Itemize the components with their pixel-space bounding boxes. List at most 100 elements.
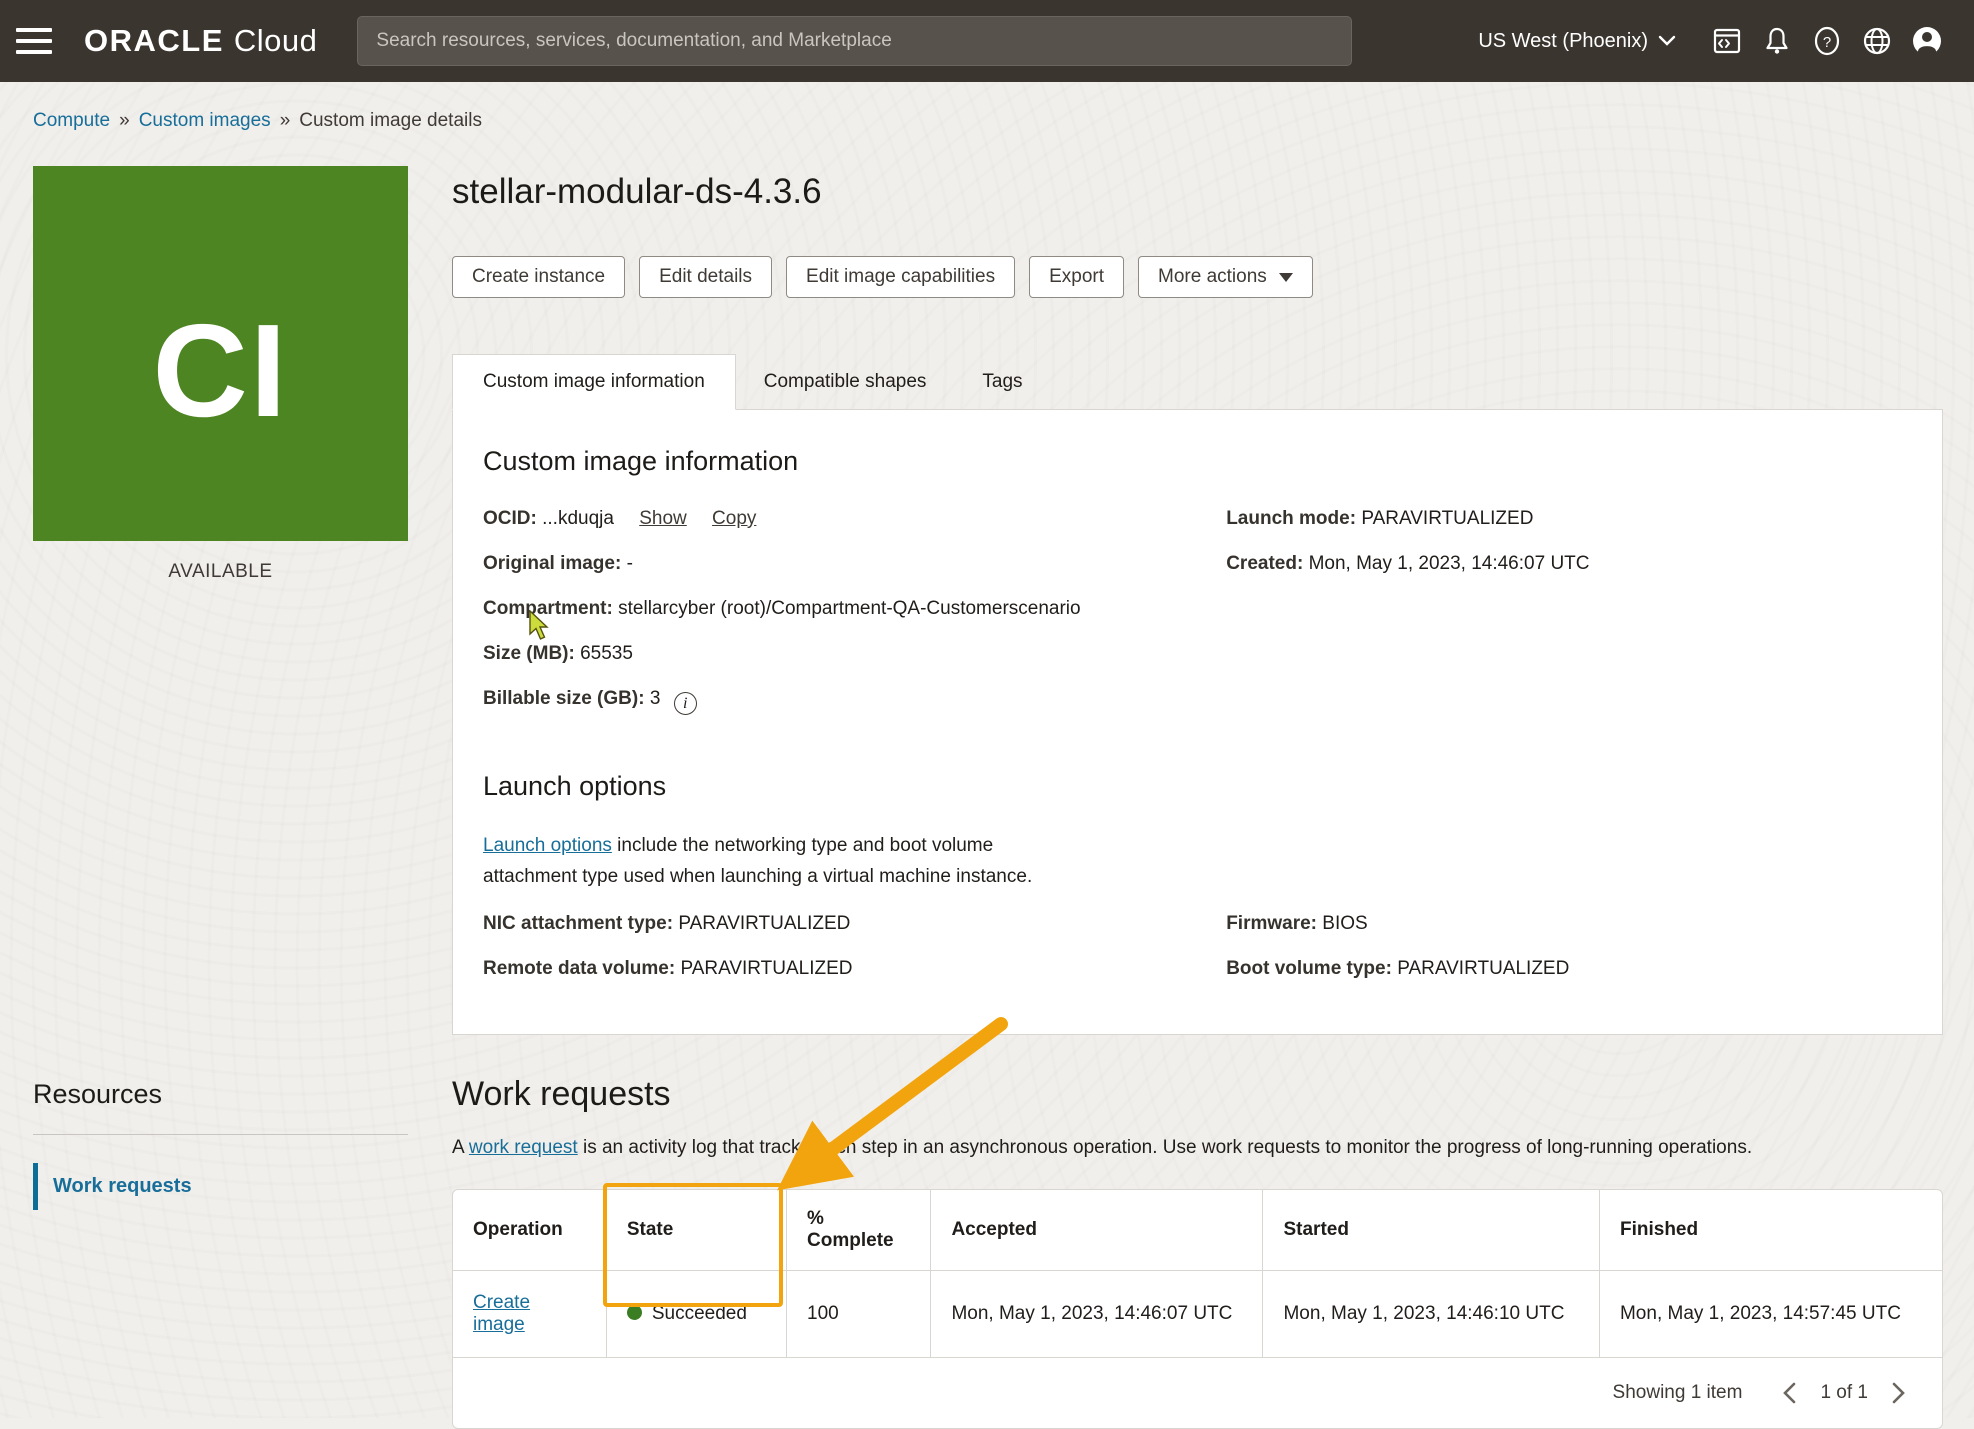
column-state: State [606, 1190, 786, 1271]
ocid-show-link[interactable]: Show [639, 508, 687, 529]
remote-data-volume-field: Remote data volume: PARAVIRTUALIZED [483, 955, 1196, 982]
status-badge: AVAILABLE [33, 561, 408, 583]
work-requests-table: Operation State % Complete Accepted Star… [453, 1190, 1942, 1358]
cell-complete: 100 [787, 1271, 931, 1358]
edit-details-button[interactable]: Edit details [639, 256, 772, 298]
details-main: stellar-modular-ds-4.3.6 Create instance… [452, 166, 1943, 1035]
more-actions-label: More actions [1158, 266, 1267, 288]
launch-options-description: Launch options include the networking ty… [483, 830, 1083, 892]
notifications-button[interactable] [1752, 16, 1802, 66]
column-complete: % Complete [787, 1190, 931, 1271]
detail-tabs: Custom image information Compatible shap… [452, 354, 1943, 409]
pagination-summary: Showing 1 item [1613, 1382, 1743, 1404]
column-accepted: Accepted [931, 1190, 1263, 1271]
launch-left-column: NIC attachment type: PARAVIRTUALIZED Rem… [483, 910, 1196, 1000]
chevron-left-icon [1782, 1382, 1796, 1404]
succeeded-status-dot [627, 1305, 642, 1320]
nic-attachment-field: NIC attachment type: PARAVIRTUALIZED [483, 910, 1196, 937]
svg-text:?: ? [1823, 34, 1831, 51]
user-avatar-icon [1910, 24, 1944, 58]
resources-heading: Resources [33, 1079, 408, 1110]
boot-volume-type-field: Boot volume type: PARAVIRTUALIZED [1226, 955, 1912, 982]
image-initials: CI [153, 261, 289, 446]
billable-size-field: Billable size (GB): 3 i [483, 685, 1196, 715]
action-buttons: Create instance Edit details Edit image … [452, 256, 1943, 298]
cell-started: Mon, May 1, 2023, 14:46:10 UTC [1263, 1271, 1600, 1358]
cell-state: Succeeded [606, 1271, 786, 1358]
globe-icon [1861, 25, 1893, 57]
launch-mode-field: Launch mode: PARAVIRTUALIZED [1226, 505, 1912, 532]
work-requests-table-card: Operation State % Complete Accepted Star… [452, 1189, 1943, 1429]
cloud-shell-icon [1712, 26, 1742, 56]
tab-tags[interactable]: Tags [954, 355, 1050, 409]
launch-right-column: Firmware: BIOS Boot volume type: PARAVIR… [1226, 910, 1912, 1000]
original-image-field: Original image: - [483, 550, 1196, 577]
chevron-down-icon [1658, 35, 1676, 47]
table-header-row: Operation State % Complete Accepted Star… [453, 1190, 1942, 1271]
page-indicator: 1 of 1 [1820, 1382, 1868, 1404]
cell-finished: Mon, May 1, 2023, 14:57:45 UTC [1599, 1271, 1942, 1358]
state-text: Succeeded [652, 1303, 747, 1324]
cell-operation: Create image [453, 1271, 606, 1358]
created-field: Created: Mon, May 1, 2023, 14:46:07 UTC [1226, 550, 1912, 577]
breadcrumb-current: Custom image details [299, 110, 482, 131]
launch-options-heading: Launch options [483, 771, 1912, 802]
table-row: Create image Succeeded 100 Mon, May 1, 2… [453, 1271, 1942, 1358]
column-finished: Finished [1599, 1190, 1942, 1271]
breadcrumb-separator: » [119, 110, 130, 131]
column-operation: Operation [453, 1190, 606, 1271]
cloud-shell-button[interactable] [1702, 16, 1752, 66]
search-input[interactable] [357, 16, 1352, 66]
more-actions-button[interactable]: More actions [1138, 256, 1313, 298]
region-selector[interactable]: US West (Phoenix) [1478, 30, 1676, 53]
cell-accepted: Mon, May 1, 2023, 14:46:07 UTC [931, 1271, 1263, 1358]
topbar: ORACLE Cloud US West (Phoenix) ? [0, 0, 1974, 82]
breadcrumb-custom-images[interactable]: Custom images [139, 110, 271, 131]
language-button[interactable] [1852, 16, 1902, 66]
bell-icon [1762, 26, 1792, 56]
resources-divider [33, 1134, 408, 1135]
page-title: stellar-modular-ds-4.3.6 [452, 172, 1943, 212]
firmware-field: Firmware: BIOS [1226, 910, 1912, 937]
prev-page-button[interactable] [1772, 1376, 1806, 1410]
logo-oracle-text: ORACLE [84, 23, 224, 59]
info-icon[interactable]: i [674, 692, 697, 715]
create-image-link[interactable]: Create image [473, 1292, 530, 1335]
info-left-column: OCID: ...kduqja Show Copy Original image… [483, 505, 1196, 733]
hamburger-menu-icon[interactable] [16, 18, 62, 64]
edit-image-capabilities-button[interactable]: Edit image capabilities [786, 256, 1015, 298]
launch-options-link[interactable]: Launch options [483, 835, 612, 856]
tab-compatible-shapes[interactable]: Compatible shapes [736, 355, 955, 409]
resources-nav: Resources Work requests [33, 1075, 408, 1210]
column-started: Started [1263, 1190, 1600, 1271]
sidebar-item-work-requests[interactable]: Work requests [33, 1163, 408, 1210]
profile-button[interactable] [1902, 16, 1952, 66]
export-button[interactable]: Export [1029, 256, 1124, 298]
work-request-link[interactable]: work request [469, 1137, 578, 1158]
breadcrumb-compute[interactable]: Compute [33, 110, 110, 131]
help-icon: ? [1811, 25, 1843, 57]
compartment-field: Compartment: stellarcyber (root)/Compart… [483, 595, 1196, 622]
info-right-column: Launch mode: PARAVIRTUALIZED Created: Mo… [1226, 505, 1912, 733]
create-instance-button[interactable]: Create instance [452, 256, 625, 298]
work-requests-heading: Work requests [452, 1075, 1943, 1114]
breadcrumb-separator: » [280, 110, 291, 131]
work-requests-section: Work requests A work request is an activ… [452, 1075, 1943, 1429]
ocid-field: OCID: ...kduqja Show Copy [483, 505, 1196, 532]
breadcrumb: Compute » Custom images » Custom image detai… [33, 110, 1974, 132]
logo-cloud-text: Cloud [234, 23, 318, 59]
work-requests-description: A work request is an activity log that t… [452, 1132, 1943, 1163]
help-button[interactable]: ? [1802, 16, 1852, 66]
tab-custom-image-information[interactable]: Custom image information [452, 354, 736, 410]
oracle-cloud-logo[interactable]: ORACLE Cloud [84, 23, 317, 59]
ocid-copy-link[interactable]: Copy [712, 508, 756, 529]
next-page-button[interactable] [1882, 1376, 1916, 1410]
custom-image-information-panel: Custom image information OCID: ...kduqja… [452, 409, 1943, 1035]
info-section-heading: Custom image information [483, 446, 1912, 477]
custom-image-thumbnail: CI [33, 166, 408, 541]
size-field: Size (MB): 65535 [483, 640, 1196, 667]
region-label: US West (Phoenix) [1478, 30, 1648, 53]
image-thumbnail-block: CI AVAILABLE [33, 166, 408, 583]
caret-down-icon [1279, 273, 1293, 282]
chevron-right-icon [1892, 1382, 1906, 1404]
